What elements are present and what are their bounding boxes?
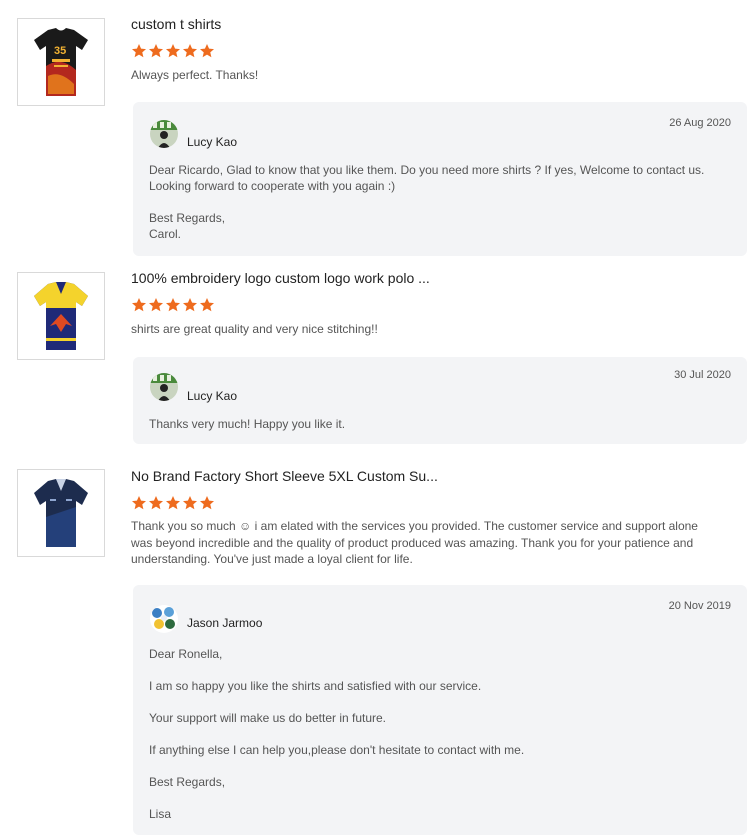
star-icon [166, 44, 180, 58]
star-rating [131, 495, 215, 511]
product-thumbnail[interactable]: 35 [17, 18, 105, 106]
star-icon [200, 44, 214, 58]
reply-line [149, 662, 729, 678]
reply-date: 20 Nov 2019 [668, 600, 731, 612]
star-icon [149, 496, 163, 510]
star-icon [200, 298, 214, 312]
reply-date: 26 Aug 2020 [669, 117, 731, 129]
product-title[interactable]: 100% embroidery logo custom logo work po… [131, 270, 430, 286]
reply-line: Lisa [149, 807, 172, 821]
review-comment: shirts are great quality and very nice s… [131, 322, 378, 336]
avatar [150, 605, 178, 633]
reply-message: Thanks very much! Happy you like it. [149, 416, 729, 432]
star-rating [131, 43, 215, 59]
seller-reply: Jason Jarmoo 20 Nov 2019 Dear Ronella, I… [133, 585, 747, 835]
product-title[interactable]: No Brand Factory Short Sleeve 5XL Custom… [131, 468, 438, 484]
reply-line: Best Regards, [149, 775, 226, 789]
seller-reply: Lucy Kao 26 Aug 2020 Dear Ricardo, Glad … [133, 102, 747, 256]
reply-line: Thanks very much! Happy you like it. [149, 417, 346, 431]
product-thumbnail[interactable] [17, 469, 105, 557]
star-icon [166, 496, 180, 510]
review-comment: Always perfect. Thanks! [131, 68, 259, 82]
yellow-polo-icon [34, 282, 88, 350]
reply-author: Jason Jarmoo [187, 616, 263, 630]
reply-line: If anything else I can help you,please d… [149, 743, 525, 757]
reply-line [149, 194, 729, 210]
reply-line: Dear Ronella, [149, 647, 223, 661]
reply-message: Dear Ricardo, Glad to know that you like… [149, 162, 729, 242]
reply-line: Best Regards, [149, 211, 226, 225]
star-icon [132, 44, 146, 58]
product-thumbnail[interactable] [17, 272, 105, 360]
reply-line: Looking forward to cooperate with you ag… [149, 179, 396, 193]
reply-date: 30 Jul 2020 [674, 369, 731, 381]
reply-message: Dear Ronella, I am so happy you like the… [149, 646, 729, 822]
navy-polo-icon [34, 479, 88, 547]
avatar [150, 120, 178, 148]
reply-line [149, 790, 729, 806]
reply-line: Dear Ricardo, Glad to know that you like… [149, 163, 705, 177]
product-title[interactable]: custom t shirts [131, 16, 221, 32]
star-icon [166, 298, 180, 312]
reply-line: I am so happy you like the shirts and sa… [149, 679, 482, 693]
star-icon [132, 298, 146, 312]
star-icon [183, 496, 197, 510]
reply-line: Carol. [149, 227, 182, 241]
star-icon [183, 298, 197, 312]
reply-line [149, 758, 729, 774]
seller-reply: Lucy Kao 30 Jul 2020 Thanks very much! H… [133, 357, 747, 444]
reply-line [149, 726, 729, 742]
reply-line: Your support will make us do better in f… [149, 711, 387, 725]
star-rating [131, 297, 215, 313]
star-icon [200, 496, 214, 510]
star-icon [132, 496, 146, 510]
star-icon [183, 44, 197, 58]
reply-author: Lucy Kao [187, 389, 238, 403]
review-comment: Thank you so much ☺ i am elated with the… [131, 519, 698, 566]
black-tshirt-icon: 35 [34, 28, 88, 96]
star-icon [149, 44, 163, 58]
star-icon [149, 298, 163, 312]
reply-line [149, 694, 729, 710]
reply-author: Lucy Kao [187, 135, 238, 149]
avatar [150, 373, 178, 401]
svg-text:35: 35 [54, 45, 66, 57]
